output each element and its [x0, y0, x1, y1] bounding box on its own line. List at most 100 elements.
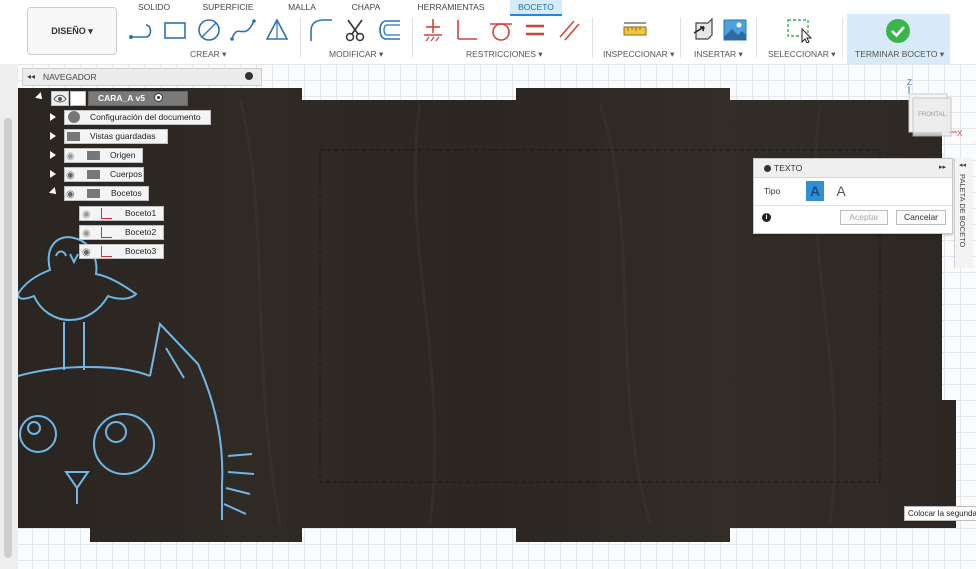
sketch-palette-tab[interactable]: ◂◂ PALETA DE BOCETO [954, 158, 973, 268]
browser-item-label: Configuración del documento [90, 112, 201, 122]
viewcube[interactable]: Z X FRONTAL [895, 74, 976, 146]
expand-left-icon[interactable]: ◂◂ [959, 161, 966, 169]
constraints-group-label[interactable]: RESTRICCIONES ▾ [466, 49, 543, 60]
circle-tool-icon[interactable] [196, 17, 222, 45]
tab-malla[interactable]: MALLA [278, 0, 326, 14]
type-label: Tipo [764, 186, 781, 196]
measure-ruler-icon[interactable] [622, 17, 648, 45]
line-tool-icon[interactable] [128, 17, 154, 45]
expand-arrow-icon[interactable] [50, 132, 56, 140]
tab-superficie[interactable]: SUPERFICIE [192, 0, 264, 14]
expand-arrow-icon[interactable] [49, 187, 59, 197]
browser-item-sketch1[interactable]: ◉ Boceto1 [79, 206, 164, 221]
fillet-tool-icon[interactable] [308, 17, 334, 45]
divider [754, 205, 952, 206]
spline-tool-icon[interactable] [230, 17, 256, 45]
browser-item-label: Vistas guardadas [90, 131, 156, 141]
divider [842, 18, 843, 58]
select-window-icon[interactable] [786, 17, 813, 45]
browser-item-label: Cuerpos [110, 169, 143, 179]
browser-header[interactable]: ◂◂ NAVEGADOR [22, 68, 262, 86]
left-scrollbar[interactable] [4, 118, 12, 558]
divider [756, 18, 757, 58]
visibility-eye-icon[interactable]: ◉ [82, 226, 91, 241]
folder-icon [87, 151, 100, 160]
text-type-horizontal-icon[interactable]: A [806, 181, 824, 201]
axis-z-label: Z [907, 78, 912, 87]
rectangle-tool-icon[interactable] [162, 17, 188, 45]
sketch-icon [101, 246, 112, 257]
axis-x-label: X [957, 129, 963, 138]
gear-icon [68, 111, 80, 123]
parallel-constraint-icon[interactable] [556, 17, 582, 45]
create-group-label[interactable]: CREAR ▾ [190, 49, 226, 60]
folder-icon [87, 170, 100, 179]
accept-button[interactable]: Aceptar [840, 210, 888, 225]
text-dialog: TEXTO ▸▸ Tipo A A i Aceptar Cancelar [753, 158, 953, 234]
visibility-eye-icon[interactable]: ◉ [82, 245, 91, 260]
browser-item-sketch2[interactable]: ◉ Boceto2 [79, 225, 164, 240]
browser-item-label: Bocetos [111, 188, 142, 198]
finish-sketch-check-icon[interactable] [885, 18, 911, 46]
browser-item-label: Boceto2 [125, 227, 157, 237]
modify-group-label[interactable]: MODIFICAR ▾ [329, 49, 383, 60]
tab-chapa[interactable]: CHAPA [342, 0, 390, 14]
text-type-path-icon[interactable]: A [832, 181, 850, 201]
root-component[interactable]: CARA_A v5 [35, 91, 188, 106]
browser-item-sketches[interactable]: ◉ Bocetos [49, 186, 155, 202]
browser-item-label: Boceto3 [125, 246, 157, 256]
command-tooltip: Colocar la segunda [904, 506, 976, 521]
insert-image-icon[interactable] [722, 17, 748, 45]
tangent-constraint-icon[interactable] [488, 17, 514, 45]
sketch-locked-icon [101, 227, 112, 238]
expand-arrow-icon[interactable] [50, 170, 56, 178]
fix-constraint-icon[interactable] [420, 17, 446, 45]
divider [300, 18, 301, 58]
visibility-eye-icon[interactable]: ◉ [66, 168, 75, 183]
browser-item-sketch3[interactable]: ◉ Boceto3 [79, 244, 164, 259]
component-icon [70, 91, 86, 106]
offset-tool-icon[interactable] [376, 17, 402, 45]
trim-scissors-icon[interactable] [342, 17, 368, 45]
inspect-group-label[interactable]: INSPECCIONAR ▾ [603, 49, 674, 60]
visibility-eye-icon[interactable]: ◉ [66, 149, 75, 164]
insert-derive-icon[interactable] [690, 17, 716, 45]
folder-icon [67, 132, 80, 141]
tab-herramientas[interactable]: HERRAMIENTAS [412, 0, 490, 14]
browser-item-document-settings[interactable]: Configuración del documento [50, 110, 215, 125]
expand-arrow-icon[interactable] [35, 92, 45, 102]
activate-radio-icon[interactable] [154, 93, 163, 102]
root-component-name: CARA_A v5 [98, 93, 145, 103]
browser-item-label: Boceto1 [125, 208, 157, 218]
polygon-tool-icon[interactable] [264, 17, 290, 45]
dialog-options-icon[interactable] [764, 165, 771, 172]
perpendicular-constraint-icon[interactable] [454, 17, 480, 45]
text-dialog-title: TEXTO [774, 163, 803, 173]
finish-sketch-label[interactable]: TERMINAR BOCETO ▾ [855, 49, 944, 60]
sketch-palette-label: PALETA DE BOCETO [958, 174, 967, 248]
divider [412, 18, 413, 58]
visibility-eye-icon[interactable]: ◉ [82, 207, 91, 222]
select-group-label[interactable]: SELECCIONAR ▾ [768, 49, 836, 60]
viewcube-face-label: FRONTAL [918, 112, 946, 118]
equal-constraint-icon[interactable] [522, 17, 548, 45]
collapse-left-icon[interactable]: ◂◂ [27, 69, 35, 85]
browser-options-icon[interactable] [245, 72, 253, 80]
expand-arrow-icon[interactable] [50, 113, 56, 121]
browser-item-saved-views[interactable]: Vistas guardadas [50, 129, 175, 144]
workspace-design-button[interactable]: DISEÑO ▾ [27, 7, 117, 55]
divider [680, 18, 681, 58]
tab-solido[interactable]: SOLIDO [130, 0, 178, 14]
tab-boceto[interactable]: BOCETO [510, 0, 562, 16]
visibility-eye-icon[interactable]: ◉ [66, 187, 75, 202]
folder-icon [87, 189, 100, 198]
insert-group-label[interactable]: INSERTAR ▾ [694, 49, 743, 60]
browser-item-origin[interactable]: ◉ Origen [50, 148, 150, 163]
info-icon[interactable]: i [762, 213, 771, 222]
browser-item-bodies[interactable]: ◉ Cuerpos [50, 167, 150, 182]
expand-arrow-icon[interactable] [50, 151, 56, 159]
visibility-eye-icon[interactable] [51, 91, 69, 106]
expand-right-icon[interactable]: ▸▸ [939, 159, 946, 177]
cancel-button[interactable]: Cancelar [896, 210, 946, 225]
text-dialog-header[interactable]: TEXTO ▸▸ [754, 159, 952, 178]
